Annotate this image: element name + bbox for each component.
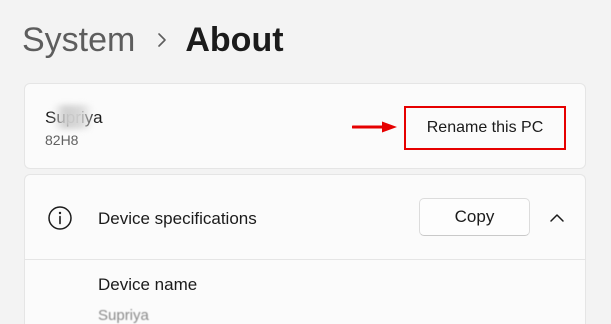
breadcrumb: System About bbox=[22, 14, 284, 66]
breadcrumb-system-link[interactable]: System bbox=[22, 23, 135, 57]
rename-pc-button[interactable]: Rename this PC bbox=[404, 106, 566, 150]
info-icon bbox=[48, 206, 72, 230]
pc-name-wrap: Supriya bbox=[45, 105, 103, 129]
copy-button-label: Copy bbox=[454, 207, 495, 226]
pc-name: Supriya bbox=[45, 105, 103, 129]
pc-model: 82H8 bbox=[45, 132, 79, 148]
device-specifications-title: Device specifications bbox=[98, 209, 257, 228]
device-name-value: Supriya bbox=[98, 307, 149, 324]
device-name-label: Device name bbox=[98, 275, 198, 294]
collapse-button[interactable] bbox=[544, 205, 570, 231]
device-specifications-header[interactable]: Device specifications Copy bbox=[25, 175, 585, 260]
chevron-right-icon bbox=[155, 26, 169, 54]
rename-pc-label: Rename this PC bbox=[426, 119, 544, 136]
device-specifications-card: Device specifications Copy Device name S… bbox=[24, 174, 586, 324]
red-arrow-icon bbox=[352, 121, 397, 133]
page-title: About bbox=[185, 21, 284, 59]
pc-name-blur bbox=[53, 105, 93, 129]
copy-button[interactable]: Copy bbox=[419, 198, 530, 236]
chevron-up-icon bbox=[550, 214, 564, 222]
